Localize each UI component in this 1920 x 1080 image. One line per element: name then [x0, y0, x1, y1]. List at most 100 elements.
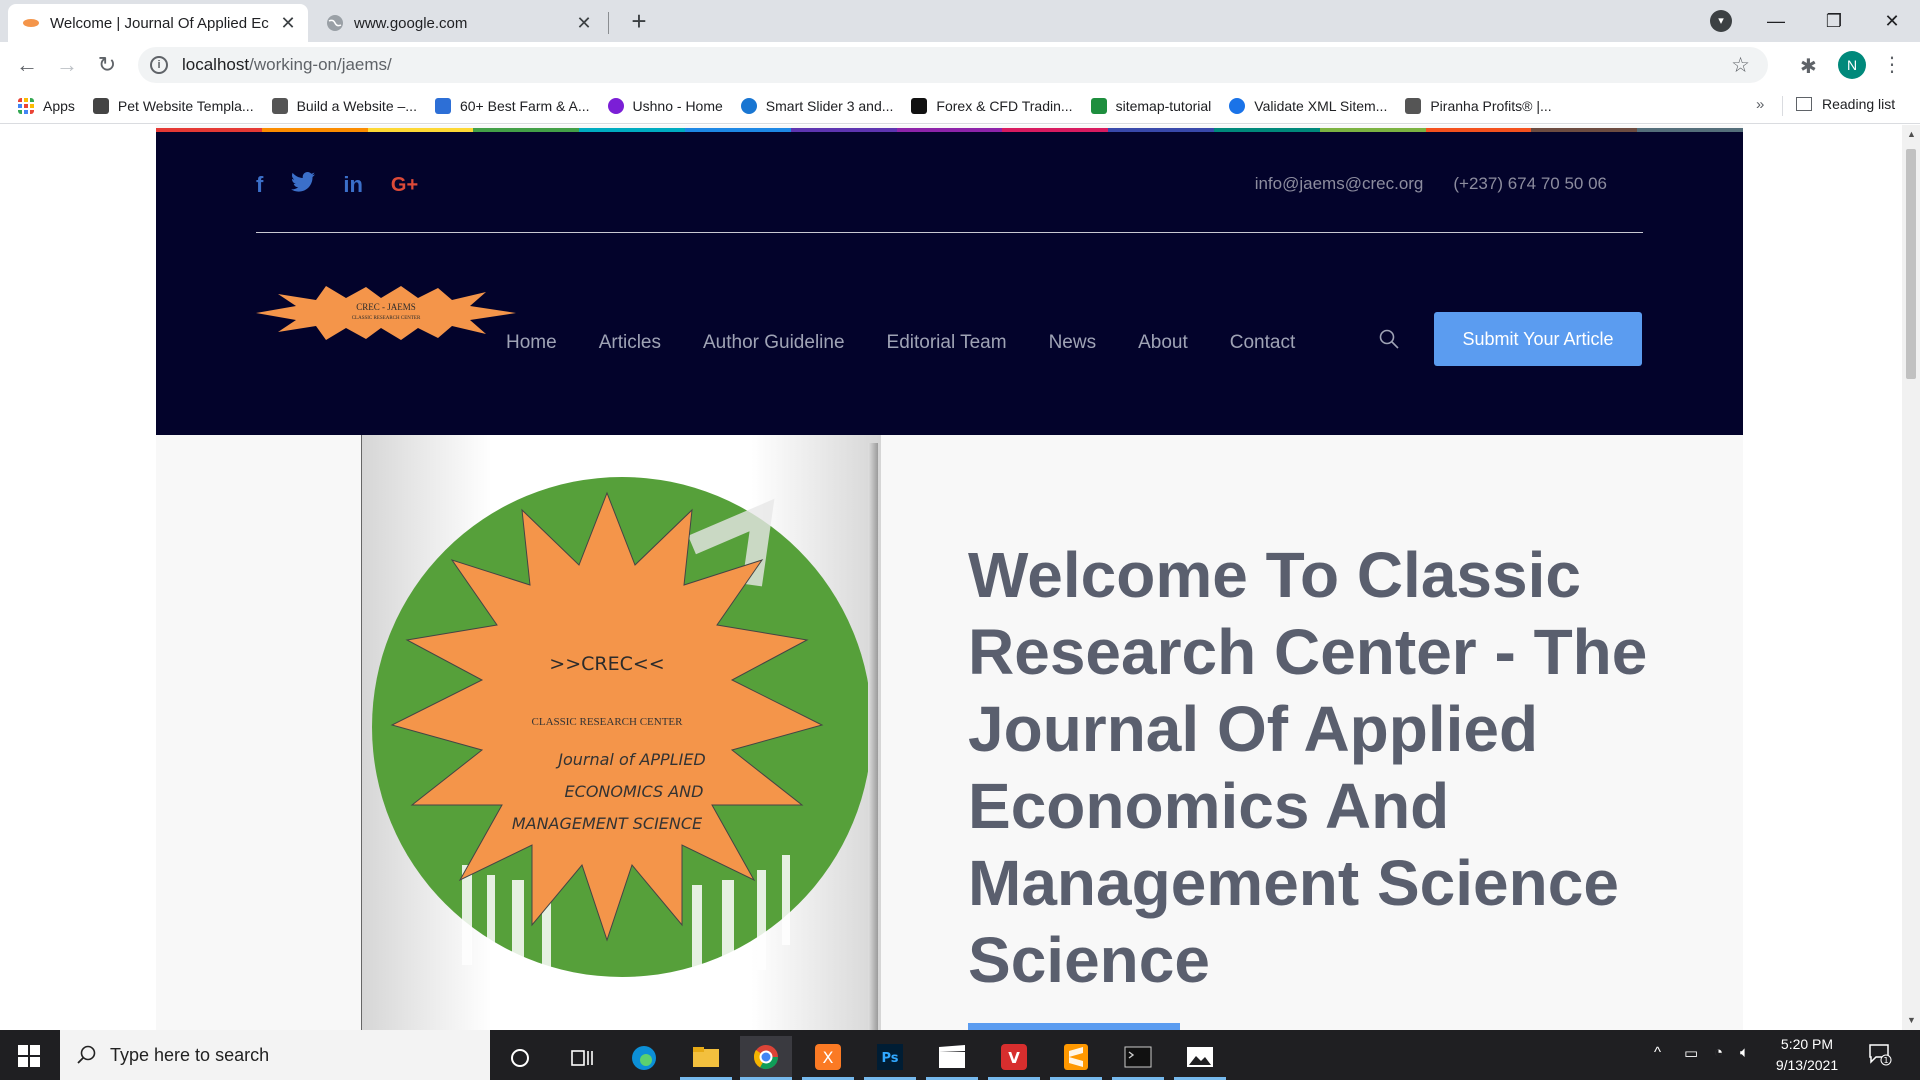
layers-icon — [271, 97, 288, 114]
new-tab-button[interactable]: + — [624, 6, 654, 36]
bookmark-label: Forex & CFD Tradin... — [936, 97, 1073, 114]
bookmark-label: Ushno - Home — [632, 97, 723, 114]
facebook-icon[interactable]: f — [256, 172, 263, 198]
tab-jaems[interactable]: Welcome | Journal Of Applied Ec ✕ — [8, 4, 308, 42]
back-icon[interactable]: ← — [12, 50, 42, 80]
bookmark-label: Piranha Profits® |... — [1430, 97, 1552, 114]
apps-grid-icon — [18, 97, 34, 114]
bookmark-item[interactable]: Pet Website Templa... — [92, 97, 254, 114]
logo-subtitle: CLASSIC RESEARCH CENTER — [351, 316, 421, 321]
svg-text:Ps: Ps — [881, 1051, 898, 1066]
nav-news[interactable]: News — [1049, 332, 1097, 354]
notification-center-icon[interactable]: 1 — [1868, 1042, 1892, 1066]
minimize-icon[interactable]: — — [1756, 4, 1796, 38]
taskbar-search[interactable]: Type here to search — [60, 1030, 490, 1080]
tray-overflow-icon[interactable]: ^ — [1654, 1044, 1661, 1061]
wifi-icon[interactable]: ◔ — [1714, 1044, 1723, 1061]
bookmark-item[interactable]: Piranha Profits® |... — [1405, 97, 1552, 114]
svg-text:X: X — [823, 1048, 834, 1067]
reading-list-icon — [1796, 97, 1812, 111]
bookmarks-divider — [1782, 96, 1783, 116]
bookmark-apps[interactable]: Apps — [18, 97, 75, 114]
bookmark-item[interactable]: Build a Website –... — [271, 97, 417, 114]
bookmarks-overflow-icon[interactable]: » — [1756, 96, 1764, 113]
restore-icon[interactable]: ❐ — [1814, 4, 1854, 38]
profile-avatar[interactable]: N — [1838, 51, 1866, 79]
nav-contact[interactable]: Contact — [1230, 332, 1295, 354]
chrome-icon[interactable] — [740, 1036, 792, 1080]
nav-author-guideline[interactable]: Author Guideline — [703, 332, 845, 354]
linkedin-icon[interactable]: in — [343, 172, 363, 198]
clock-date: 9/13/2021 — [1775, 1057, 1839, 1073]
site-info-icon[interactable]: i — [150, 56, 168, 74]
scroll-down-icon[interactable]: ▼ — [1907, 1015, 1916, 1025]
sublime-text-icon[interactable] — [1050, 1036, 1102, 1080]
tab-google[interactable]: www.google.com ✕ — [312, 4, 604, 42]
close-window-icon[interactable]: ✕ — [1872, 4, 1912, 38]
scrollbar-thumb[interactable] — [1906, 149, 1916, 379]
video-editor-icon[interactable] — [926, 1036, 978, 1080]
close-tab-icon[interactable]: ✕ — [278, 13, 298, 33]
search-icon — [77, 1045, 96, 1064]
address-bar[interactable]: i localhost/working-on/jaems/ ☆ — [138, 47, 1768, 83]
contact-email[interactable]: info@jaems@crec.org — [1255, 174, 1424, 194]
search-icon[interactable] — [1378, 328, 1400, 350]
bookmark-item[interactable]: Forex & CFD Tradin... — [911, 97, 1073, 114]
site-logo[interactable]: CREC - JAEMS CLASSIC RESEARCH CENTER — [256, 284, 516, 342]
forward-icon[interactable]: → — [52, 50, 82, 80]
scroll-up-icon[interactable]: ▲ — [1907, 129, 1916, 139]
reading-list-button[interactable]: Reading list — [1796, 96, 1895, 112]
volume-icon[interactable]: 🔈︎ — [1740, 1044, 1749, 1061]
badge-economics: ECONOMICS AND — [565, 782, 704, 801]
nav-articles[interactable]: Articles — [599, 332, 661, 354]
task-view-icon[interactable] — [556, 1036, 608, 1080]
social-links: f in G+ — [256, 172, 418, 198]
taskbar-search-placeholder: Type here to search — [110, 1044, 270, 1065]
page-scrollbar[interactable]: ▲ ▼ — [1902, 125, 1920, 1030]
bookmark-label: Apps — [43, 97, 75, 114]
header-divider — [256, 232, 1643, 233]
terminal-icon[interactable] — [1112, 1036, 1164, 1080]
photoshop-icon[interactable]: Ps — [864, 1036, 916, 1080]
tab-title: Welcome | Journal Of Applied Ec — [50, 14, 269, 32]
close-tab-icon[interactable]: ✕ — [574, 13, 594, 33]
edge-icon[interactable] — [618, 1036, 670, 1080]
tab-search-icon[interactable]: ▾ — [1710, 10, 1732, 32]
cortana-icon[interactable] — [494, 1036, 546, 1080]
bookmark-star-icon[interactable]: ☆ — [1731, 53, 1750, 78]
bookmark-label: sitemap-tutorial — [1115, 97, 1212, 114]
file-explorer-icon[interactable] — [680, 1036, 732, 1080]
battery-icon[interactable]: ▭ — [1684, 1044, 1698, 1062]
bookmark-item[interactable]: Smart Slider 3 and... — [740, 97, 893, 114]
clock-time: 5:20 PM — [1780, 1036, 1834, 1052]
system-clock[interactable]: 5:20 PM 9/13/2021 — [1762, 1034, 1852, 1076]
nav-home[interactable]: Home — [506, 332, 557, 354]
crec-badge-graphic: >>CREC<< CLASSIC RESEARCH CENTER Journal… — [372, 477, 872, 1005]
google-plus-icon[interactable]: G+ — [391, 174, 418, 197]
contact-phone[interactable]: (+237) 674 70 50 06 — [1453, 174, 1607, 194]
xampp-icon[interactable]: X — [802, 1036, 854, 1080]
vivaldi-icon[interactable]: V — [988, 1036, 1040, 1080]
more-menu-icon[interactable]: ⋮ — [1882, 52, 1902, 77]
globe-icon — [327, 15, 343, 31]
bookmark-item[interactable]: Ushno - Home — [607, 97, 723, 114]
bookmark-item[interactable]: Validate XML Sitem... — [1229, 97, 1387, 114]
bookmark-item[interactable]: sitemap-tutorial — [1090, 97, 1212, 114]
logo-title: CREC - JAEMS — [356, 302, 416, 312]
twitter-icon[interactable] — [291, 172, 316, 198]
svg-text:V: V — [1008, 1049, 1020, 1067]
windows-taskbar: Type here to search X Ps V ^ ▭ ◔ 🔈︎ 5:20… — [0, 1030, 1920, 1080]
notification-count: 1 — [1883, 1056, 1888, 1065]
validate-xml-icon — [1229, 97, 1246, 114]
nav-about[interactable]: About — [1138, 332, 1188, 354]
submit-article-button[interactable]: Submit Your Article — [1434, 312, 1642, 366]
bookmark-item[interactable]: 60+ Best Farm & A... — [434, 97, 590, 114]
extensions-puzzle-icon[interactable]: ✱ — [1800, 54, 1817, 79]
windows-start-icon[interactable] — [18, 1045, 40, 1067]
nav-editorial-team[interactable]: Editorial Team — [887, 332, 1007, 354]
reload-icon[interactable]: ↻ — [92, 50, 122, 80]
smart-slider-icon — [740, 97, 757, 114]
photos-icon[interactable] — [1174, 1036, 1226, 1080]
tab-title: www.google.com — [354, 14, 468, 32]
ushno-icon — [607, 97, 624, 114]
